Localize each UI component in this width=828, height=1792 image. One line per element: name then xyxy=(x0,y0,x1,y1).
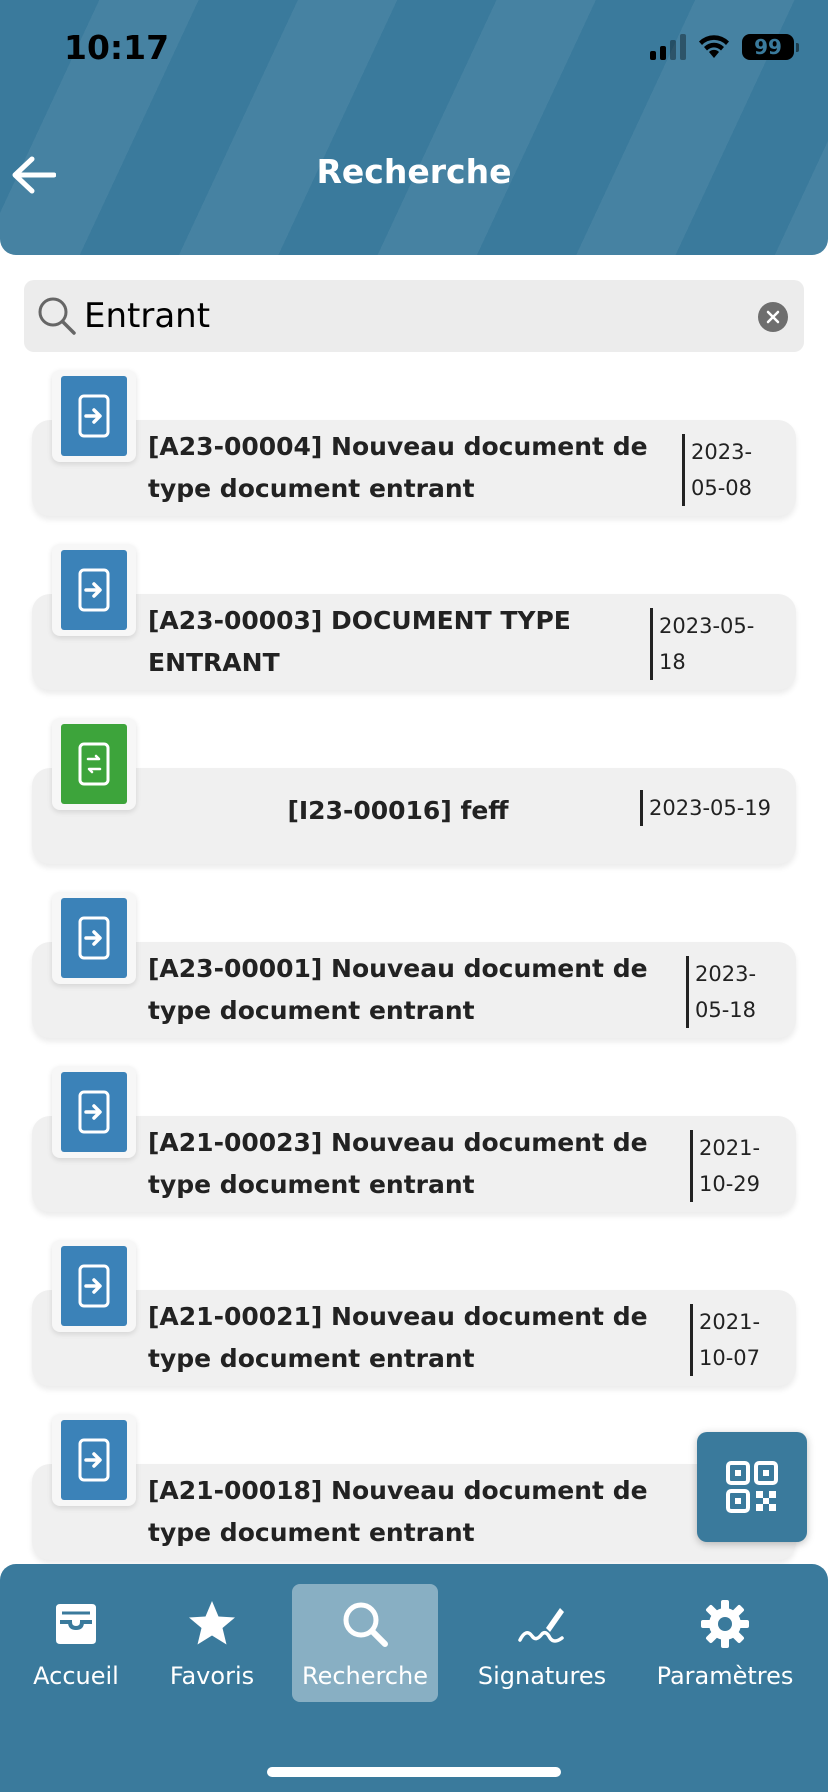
tab-favoris[interactable]: Favoris xyxy=(162,1584,262,1702)
date-line: 2023- xyxy=(691,440,753,464)
search-bar xyxy=(24,280,804,352)
signature-pen-icon xyxy=(518,1608,564,1643)
result-date: 2023-05- 18 xyxy=(650,608,754,680)
date-line: 05-08 xyxy=(691,476,753,500)
search-icon xyxy=(38,297,76,335)
document-thumbnail xyxy=(52,1240,136,1332)
result-date: 2021- 10-29 xyxy=(690,1130,760,1202)
result-date: 2023- 05-08 xyxy=(682,434,752,506)
date-line: 2021- xyxy=(699,1310,761,1334)
cellular-signal-icon xyxy=(650,34,686,60)
incoming-document-icon xyxy=(61,898,127,978)
internal-document-icon xyxy=(61,724,127,804)
result-title: [A21-00018] Nouveau document de type doc… xyxy=(148,1476,648,1547)
incoming-document-icon xyxy=(61,376,127,456)
result-title: [I23-00016] feff xyxy=(287,796,509,825)
date-line: 18 xyxy=(659,650,686,674)
result-title: [A21-00021] Nouveau document de type doc… xyxy=(148,1302,648,1373)
tab-label: Accueil xyxy=(33,1662,119,1690)
date-line: 10-07 xyxy=(699,1346,761,1370)
incoming-document-icon xyxy=(61,1420,127,1500)
gear-icon xyxy=(701,1600,749,1648)
bottom-tab-bar: Accueil Favoris Recherche Signatures Par… xyxy=(0,1564,828,1792)
date-line: 05-18 xyxy=(695,998,757,1022)
status-time: 10:17 xyxy=(64,28,170,67)
incoming-document-icon xyxy=(61,550,127,630)
tab-accueil[interactable]: Accueil xyxy=(26,1584,126,1702)
tab-parametres[interactable]: Paramètres xyxy=(650,1584,800,1702)
result-title: [A21-00023] Nouveau document de type doc… xyxy=(148,1128,648,1199)
date-line: 10-29 xyxy=(699,1172,761,1196)
document-thumbnail xyxy=(52,544,136,636)
tab-recherche[interactable]: Recherche xyxy=(292,1584,438,1702)
result-title: [A23-00004] Nouveau document de type doc… xyxy=(148,432,648,503)
home-indicator xyxy=(267,1767,561,1777)
date-line: 2023- xyxy=(695,962,757,986)
tab-label: Signatures xyxy=(477,1662,607,1690)
result-title: [A23-00003] DOCUMENT TYPE ENTRANT xyxy=(148,606,571,677)
result-date: 2023- 05-18 xyxy=(686,956,756,1028)
status-icons: 99 xyxy=(650,34,799,60)
tab-label: Recherche xyxy=(301,1662,429,1690)
result-date: 2021- 10-07 xyxy=(690,1304,760,1376)
tab-label: Favoris xyxy=(169,1662,255,1690)
page-title: Recherche xyxy=(316,152,512,191)
document-thumbnail xyxy=(52,718,136,810)
wifi-icon xyxy=(699,35,729,58)
search-icon xyxy=(343,1602,388,1647)
document-thumbnail xyxy=(52,370,136,462)
document-thumbnail xyxy=(52,892,136,984)
document-thumbnail xyxy=(52,1066,136,1158)
result-title: [A23-00001] Nouveau document de type doc… xyxy=(148,954,648,1025)
clear-search-button[interactable] xyxy=(758,302,788,332)
search-input[interactable] xyxy=(84,296,724,336)
date-line: 2023-05-19 xyxy=(649,796,772,820)
result-date: 2023-05-19 xyxy=(640,790,771,826)
incoming-document-icon xyxy=(61,1246,127,1326)
app-header: 10:17 99 Recherche xyxy=(0,0,828,255)
qr-scan-button[interactable] xyxy=(697,1432,807,1542)
battery-icon: 99 xyxy=(742,34,799,60)
incoming-document-icon xyxy=(61,1072,127,1152)
qr-code-icon xyxy=(726,1461,778,1513)
document-thumbnail xyxy=(52,1414,136,1506)
tab-label: Paramètres xyxy=(656,1662,794,1690)
inbox-icon xyxy=(56,1604,96,1644)
star-icon xyxy=(189,1601,235,1645)
close-icon xyxy=(766,310,780,324)
date-line: 2021- xyxy=(699,1136,761,1160)
date-line: 2023-05- xyxy=(659,614,755,638)
tab-signatures[interactable]: Signatures xyxy=(474,1584,610,1702)
